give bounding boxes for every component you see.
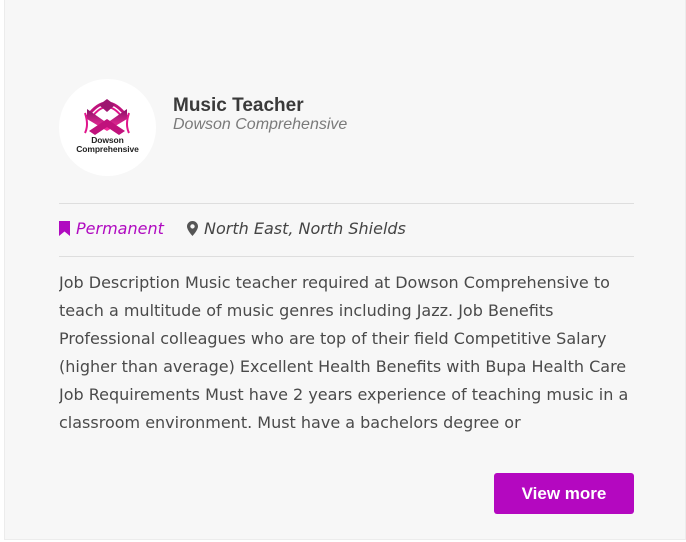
map-pin-icon — [187, 221, 198, 236]
job-location-label: North East, North Shields — [204, 219, 406, 238]
job-title[interactable]: Music Teacher — [173, 95, 304, 117]
company-name: Dowson Comprehensive — [173, 116, 348, 133]
divider-bottom — [59, 256, 634, 257]
dowson-comprehensive-logo-icon — [84, 99, 130, 135]
company-logo: Dowson Comprehensive — [59, 79, 156, 176]
logo-text-line2: Comprehensive — [76, 144, 139, 154]
job-description: Job Description Music teacher required a… — [59, 273, 629, 432]
job-location: North East, North Shields — [187, 219, 406, 239]
job-type: Permanent — [59, 219, 164, 239]
divider-top — [59, 203, 634, 204]
bookmark-icon — [59, 221, 70, 236]
job-card: Dowson Comprehensive Music Teacher Dowso… — [4, 0, 686, 540]
job-type-label: Permanent — [76, 219, 164, 238]
view-more-button[interactable]: View more — [494, 473, 634, 514]
